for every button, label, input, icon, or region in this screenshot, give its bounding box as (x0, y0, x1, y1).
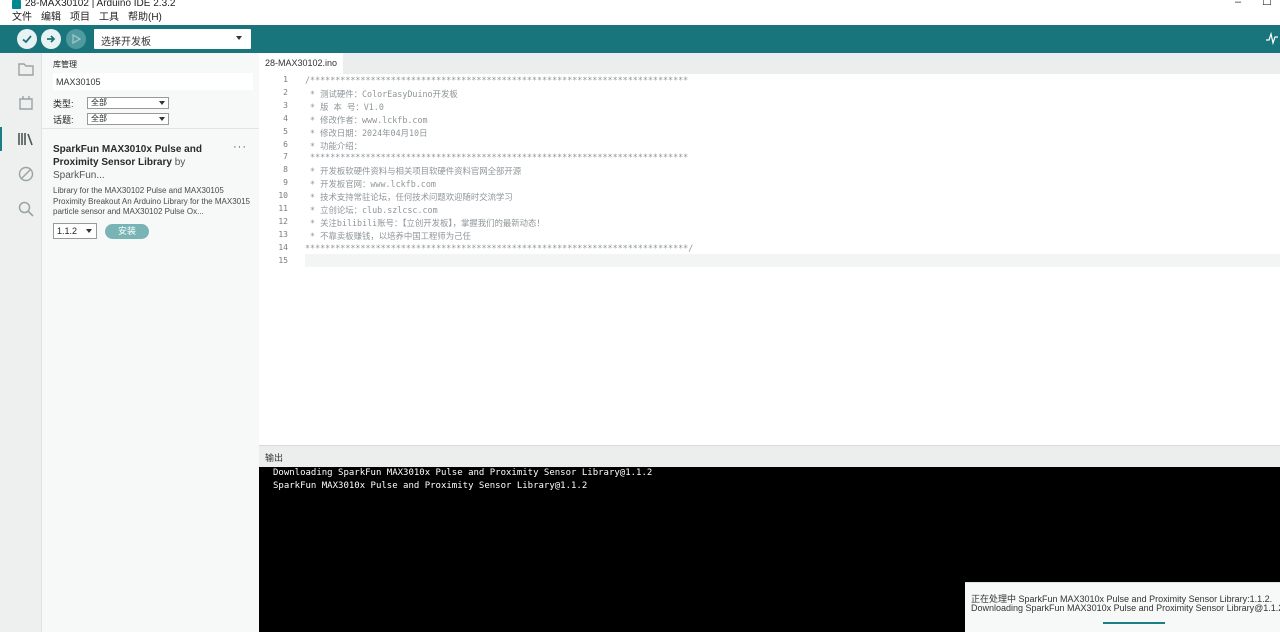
filter-type-select[interactable]: 全部 (87, 97, 169, 109)
code-line: * 修改作者：www.lckfb.com (305, 114, 428, 125)
line-number-gutter: 1 2 3 4 5 6 7 8 9 10 11 12 13 14 15 (259, 74, 299, 444)
filter-type-row: 类型: 全部 (53, 96, 169, 110)
menu-bar: 文件 编辑 项目 工具 帮助(H) (0, 11, 1280, 25)
title-bar: 28-MAX30102 | Arduino IDE 2.3.2 – ☐ (0, 0, 1280, 11)
line-number: 11 (278, 204, 288, 213)
search-icon (18, 201, 34, 217)
version-value: 1.1.2 (57, 226, 78, 236)
progress-notification: 正在处理中 SparkFun MAX3010x Pulse and Proxim… (965, 582, 1280, 632)
filter-topic-row: 话题: 全部 (53, 112, 169, 126)
minimize-button[interactable]: – (1235, 0, 1241, 8)
serial-plotter-icon[interactable] (1266, 31, 1278, 45)
editor-tabs: 28-MAX30102.ino (259, 53, 1280, 74)
filter-type-value: 全部 (91, 98, 107, 107)
current-line-highlight (305, 254, 1280, 267)
sketchbook-button[interactable] (16, 59, 36, 79)
code-line: * 开发板软硬件资料与相关项目软硬件资料官网全部开源 (305, 166, 522, 177)
boards-manager-button[interactable] (16, 93, 36, 113)
filter-topic-label: 话题: (53, 114, 74, 125)
line-number: 4 (283, 113, 288, 123)
code-line: * 不靠卖板赚钱，以培养中国工程师为己任 (305, 230, 471, 241)
line-number: 10 (278, 191, 288, 201)
checkmark-icon (22, 35, 32, 44)
code-line: ****************************************… (305, 152, 689, 163)
code-line: * 测试硬件：ColorEasyDuino开发板 (305, 88, 458, 99)
line-number: 3 (283, 100, 288, 110)
library-manager-button[interactable] (0, 127, 36, 151)
menu-tools[interactable]: 工具 (99, 11, 119, 25)
filter-type-label: 类型: (53, 98, 74, 109)
code-line: * 开发板官网：www.lckfb.com (305, 179, 436, 190)
line-number: 1 (283, 75, 288, 84)
output-label: 输出 (265, 453, 284, 463)
filter-topic-value: 全部 (91, 114, 107, 123)
line-number: 2 (283, 87, 288, 97)
chevron-down-icon (159, 117, 165, 121)
line-number: 6 (283, 139, 288, 149)
board-select-label: 选择开发板 (101, 37, 151, 48)
search-button[interactable] (16, 199, 36, 219)
menu-edit[interactable]: 编辑 (41, 11, 61, 25)
board-select[interactable]: 选择开发板 (94, 29, 251, 49)
upload-button[interactable] (41, 29, 61, 49)
chevron-down-icon (159, 101, 165, 105)
version-select[interactable]: 1.1.2 (53, 223, 97, 239)
no-entry-icon (18, 166, 34, 182)
code-line: * 版 本 号：V1.0 (305, 101, 384, 112)
code-line: * 修改日期：2024年04月10日 (305, 127, 428, 138)
notification-line-2: Downloading SparkFun MAX3010x Pulse and … (971, 603, 1280, 613)
maximize-button[interactable]: ☐ (1262, 0, 1272, 8)
line-number: 15 (278, 255, 288, 265)
line-number: 8 (283, 165, 288, 175)
line-number: 5 (283, 126, 288, 136)
library-manager-panel: 库管理 类型: 全部 话题: 全部 SparkFun MAX3010x Puls… (42, 53, 259, 632)
arduino-app-icon (12, 0, 21, 9)
folder-icon (18, 63, 34, 76)
output-header: 输出 (259, 445, 1280, 467)
window-title: 28-MAX30102 | Arduino IDE 2.3.2 (25, 0, 176, 9)
filter-topic-select[interactable]: 全部 (87, 113, 169, 125)
code-line: * 功能介绍： (305, 140, 363, 151)
line-number: 14 (278, 242, 288, 252)
menu-help[interactable]: 帮助(H) (128, 11, 162, 25)
code-line: ****************************************… (305, 242, 694, 253)
library-description: Library for the MAX30102 Pulse and MAX30… (53, 186, 250, 216)
debug-icon (72, 33, 82, 45)
verify-button[interactable] (17, 29, 37, 49)
library-card: SparkFun MAX3010x Pulse and Proximity Se… (53, 141, 253, 239)
menu-file[interactable]: 文件 (12, 11, 32, 25)
panel-title: 库管理 (53, 60, 77, 69)
output-line: SparkFun MAX3010x Pulse and Proximity Se… (273, 481, 588, 491)
line-number: 13 (278, 229, 288, 239)
chevron-down-icon (86, 229, 92, 233)
library-search-input[interactable] (53, 73, 253, 90)
activity-bar (0, 53, 42, 632)
menu-sketch[interactable]: 项目 (70, 11, 90, 25)
code-line: * 关注bilibili账号：【立创开发板】，掌握我们的最新动态！ (305, 217, 545, 228)
code-line: /***************************************… (305, 75, 689, 85)
debug-panel-button[interactable] (16, 164, 36, 184)
arrow-right-icon (47, 35, 56, 43)
toolbar: 选择开发板 (0, 25, 1280, 53)
divider (42, 128, 259, 129)
line-number: 7 (283, 152, 288, 162)
install-button[interactable]: 安装 (105, 224, 149, 239)
chevron-down-icon (236, 36, 242, 40)
debug-button[interactable] (66, 29, 86, 49)
code-line: * 立创论坛：club.szlcsc.com (305, 205, 438, 215)
library-icon (18, 133, 33, 146)
line-number: 12 (278, 216, 288, 226)
board-icon (19, 96, 33, 110)
code-editor[interactable]: 1 2 3 4 5 6 7 8 9 10 11 12 13 14 15 /*****************… (259, 74, 1280, 444)
notification-progress-bar (1103, 622, 1165, 624)
code-line: * 技术支持常驻论坛，任何技术问题欢迎随时交流学习 (305, 192, 513, 203)
line-number: 9 (283, 178, 288, 188)
tab-sketch-file[interactable]: 28-MAX30102.ino (259, 53, 343, 74)
more-options-icon[interactable]: ··· (233, 141, 247, 153)
library-name: SparkFun MAX3010x Pulse and Proximity Se… (53, 143, 233, 182)
output-line: Downloading SparkFun MAX3010x Pulse and … (273, 468, 653, 478)
